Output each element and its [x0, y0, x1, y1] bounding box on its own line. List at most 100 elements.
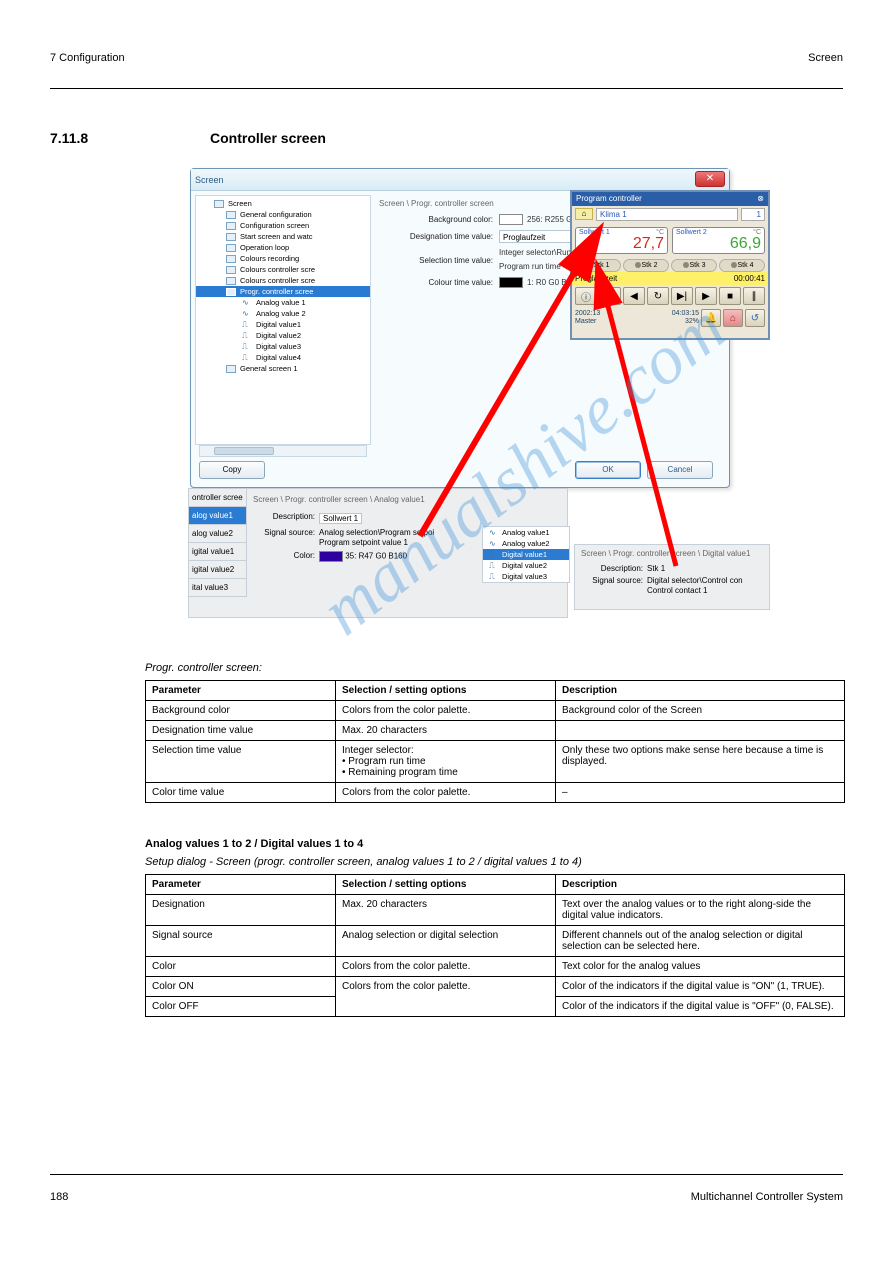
analog-color-label: Color: — [253, 551, 319, 562]
analog-color-swatch-icon[interactable] — [319, 551, 343, 562]
progline-time: 00:00:41 — [734, 272, 765, 285]
color-time-value: 1: R0 G0 B0 — [527, 278, 571, 287]
value1-number: 27,7 — [579, 236, 664, 252]
record-button[interactable]: ◉ — [599, 287, 621, 305]
pause-button[interactable]: ∥ — [743, 287, 765, 305]
bg-color-label: Background color: — [379, 215, 499, 224]
st-item[interactable]: Analog value1 — [502, 528, 550, 537]
section-title: Controller screen — [210, 130, 326, 146]
tree-item-selected[interactable]: Progr. controller scree — [240, 287, 313, 296]
td: Color of the indicators if the digital v… — [556, 977, 845, 997]
value2-label: Sollwert 2 — [676, 229, 707, 236]
home-red-icon[interactable]: ⌂ — [723, 309, 743, 327]
st-item[interactable]: Digital value2 — [502, 561, 547, 570]
prev-button[interactable]: ◀ — [623, 287, 645, 305]
th: Parameter — [146, 875, 336, 895]
td: Designation time value — [146, 721, 336, 741]
tree-root[interactable]: Screen — [228, 199, 252, 208]
value-box-2[interactable]: Sollwert 2°C 66,9 — [672, 227, 765, 254]
tree-item[interactable]: Configuration screen — [240, 221, 309, 230]
nav-chip-selected[interactable]: alog value1 — [189, 507, 247, 525]
th: Selection / setting options — [336, 875, 556, 895]
klima-id: 1 — [741, 208, 765, 221]
stk-chip-3[interactable]: Stk 3 — [671, 259, 717, 272]
nav-chip[interactable]: igital value1 — [189, 543, 247, 561]
figure: Screen ✕ Screen General configuration Co… — [190, 168, 770, 638]
pc-title-icon: ⊗ — [757, 192, 764, 206]
status-left-bot: Master — [575, 318, 636, 326]
td: Only these two options make sense here b… — [556, 741, 845, 783]
bell-icon[interactable]: 🔔 — [701, 309, 721, 327]
tree-item[interactable]: Start screen and watc — [240, 232, 313, 241]
td: Color — [146, 957, 336, 977]
tree-subitem[interactable]: Digital value1 — [256, 320, 301, 329]
td: Colors from the color palette. — [336, 783, 556, 803]
tree-subitem[interactable]: Digital value4 — [256, 353, 301, 362]
status-right-bot: 32% — [638, 318, 699, 326]
stop-button[interactable]: ■ — [719, 287, 741, 305]
header-rule — [50, 88, 843, 89]
titlebar: Screen ✕ — [191, 169, 729, 191]
value-box-1[interactable]: Sollwert 1°C 27,7 — [575, 227, 668, 254]
td: Selection time value — [146, 741, 336, 783]
tree-item[interactable]: Colours controller scre — [240, 265, 315, 274]
pc-title: Program controller — [576, 192, 642, 206]
sub-tree: ∿Analog value1 ∿Analog value2 ⎍Digital v… — [482, 526, 570, 583]
status-right-top: 04:03:15 — [638, 310, 699, 318]
digital-breadcrumb: Screen \ Progr. controller screen \ Digi… — [581, 549, 763, 558]
loop-button[interactable]: ↻ — [647, 287, 669, 305]
header-left: 7 Configuration — [50, 52, 125, 64]
st-item-selected[interactable]: Digital value1 — [502, 550, 547, 559]
klima-field[interactable]: Klima 1 — [596, 208, 738, 221]
next-button[interactable]: ▶| — [671, 287, 693, 305]
st-item[interactable]: Digital value3 — [502, 572, 547, 581]
tree-item[interactable]: General screen 1 — [240, 364, 298, 373]
status-left-top: 2002:13 — [575, 310, 636, 318]
td: Colors from the color palette. — [336, 957, 556, 977]
info-button[interactable]: ⓘ — [575, 287, 597, 305]
th: Selection / setting options — [336, 681, 556, 701]
nav-chip[interactable]: ital value3 — [189, 579, 247, 597]
tree-subitem[interactable]: Digital value3 — [256, 342, 301, 351]
cancel-button[interactable]: Cancel — [647, 461, 713, 479]
bg-swatch-icon[interactable] — [499, 214, 523, 225]
tree-pane[interactable]: Screen General configuration Configurati… — [195, 195, 371, 445]
tree-subitem[interactable]: Digital value2 — [256, 331, 301, 340]
h-scrollbar[interactable] — [199, 445, 367, 457]
nav-chip[interactable]: ontroller scree — [189, 489, 247, 507]
play-button[interactable]: ▶ — [695, 287, 717, 305]
td: Max. 20 characters — [336, 721, 556, 741]
td: Color of the indicators if the digital v… — [556, 997, 845, 1017]
tree-item[interactable]: Colours recording — [240, 254, 299, 263]
tree-subitem[interactable]: Analog value 2 — [256, 309, 306, 318]
analog-src-value1: Analog selection\Program setpoi — [319, 528, 434, 538]
analog-desc-input[interactable]: Sollwert 1 — [319, 513, 362, 524]
analog-color-value: 35: R47 G0 B160 — [345, 552, 407, 561]
header-right: Screen — [808, 52, 843, 64]
tree-subitem[interactable]: Analog value 1 — [256, 298, 306, 307]
history-icon[interactable]: ↺ — [745, 309, 765, 327]
dialog-title: Screen — [195, 175, 224, 185]
color-time-swatch-icon[interactable] — [499, 277, 523, 288]
ok-button[interactable]: OK — [575, 461, 641, 479]
td: – — [556, 783, 845, 803]
nav-chip[interactable]: alog value2 — [189, 525, 247, 543]
stk-chip-2[interactable]: Stk 2 — [623, 259, 669, 272]
tree-item[interactable]: Colours controller scre — [240, 276, 315, 285]
tree-item[interactable]: General configuration — [240, 210, 312, 219]
td: Color OFF — [146, 997, 336, 1017]
nav-chip[interactable]: igital value2 — [189, 561, 247, 579]
stk-chip-1[interactable]: Stk 1 — [575, 259, 621, 272]
digital-src-label: Signal source: — [581, 576, 647, 596]
tree-item[interactable]: Operation loop — [240, 243, 289, 252]
value1-label: Sollwert 1 — [579, 229, 610, 236]
home-icon[interactable]: ⌂ — [575, 208, 593, 220]
td: Colors from the color palette. — [336, 977, 556, 1017]
td: Background color — [146, 701, 336, 721]
st-item[interactable]: Analog value2 — [502, 539, 550, 548]
stk-chip-4[interactable]: Stk 4 — [719, 259, 765, 272]
close-button[interactable]: ✕ — [695, 171, 725, 187]
td: Colors from the color palette. — [336, 701, 556, 721]
copy-button[interactable]: Copy — [199, 461, 265, 479]
analog-breadcrumb: Screen \ Progr. controller screen \ Anal… — [253, 495, 561, 504]
